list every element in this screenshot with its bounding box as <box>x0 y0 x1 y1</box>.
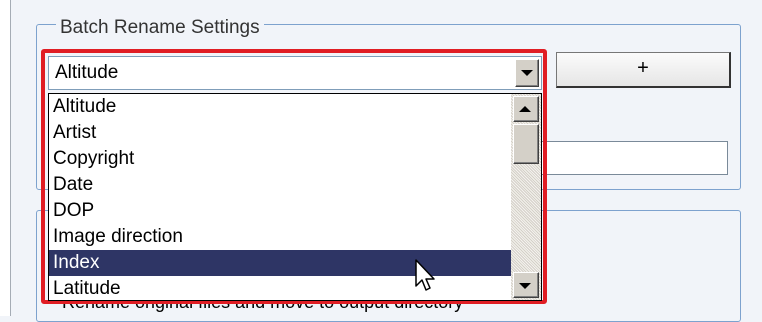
list-item[interactable]: DOP <box>49 198 511 224</box>
group-title: Batch Rename Settings <box>56 17 264 39</box>
arrow-down-icon <box>519 283 531 289</box>
arrow-up-icon <box>519 106 531 112</box>
list-item[interactable]: Latitude <box>49 276 511 300</box>
combo-selected-value: Altitude <box>55 62 119 83</box>
chevron-down-icon <box>521 70 533 76</box>
field-combobox[interactable]: Altitude <box>48 56 542 90</box>
list-item[interactable]: Image direction <box>49 224 511 250</box>
list-item[interactable]: Date <box>49 172 511 198</box>
scroll-down-button[interactable] <box>513 272 539 298</box>
list-item[interactable]: Artist <box>49 120 511 146</box>
list-item[interactable]: Copyright <box>49 146 511 172</box>
list-item[interactable]: Altitude <box>49 94 511 120</box>
add-button[interactable]: + <box>556 52 731 88</box>
scrollbar-thumb[interactable] <box>513 124 539 164</box>
combo-dropdown-button[interactable] <box>515 59 539 87</box>
scroll-up-button[interactable] <box>513 96 539 122</box>
list-item-selected[interactable]: Index <box>49 250 511 276</box>
vertical-scrollbar[interactable] <box>511 94 541 300</box>
left-panel-edge <box>0 0 11 316</box>
dropdown-list[interactable]: Altitude Artist Copyright Date DOP Image… <box>48 93 542 301</box>
arrow-pointer-icon <box>415 259 435 291</box>
output-text-field[interactable] <box>540 141 728 175</box>
